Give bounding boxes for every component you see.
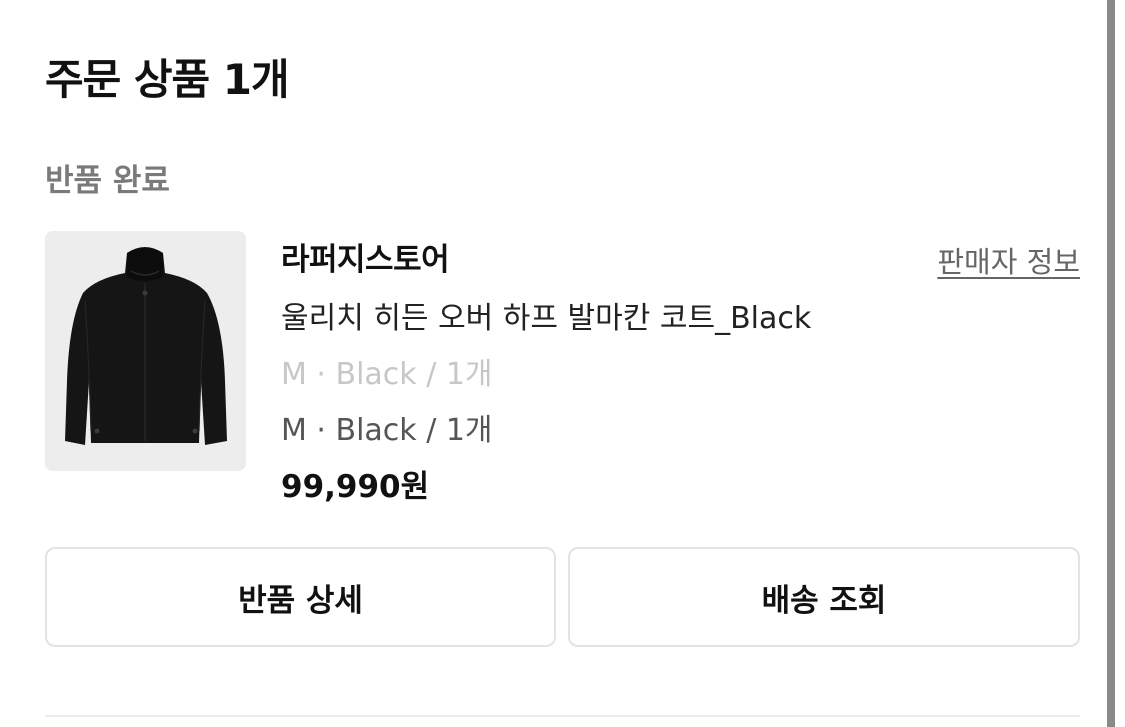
product-thumbnail[interactable]: [45, 231, 246, 471]
original-option-text: M · Black / 1개: [281, 357, 493, 392]
option-text: M · Black / 1개: [281, 413, 493, 448]
track-shipping-button[interactable]: 배송 조회: [568, 547, 1080, 647]
status-label: 반품 완료: [45, 163, 170, 199]
section-divider: [45, 715, 1080, 717]
seller-info-link[interactable]: 판매자 정보: [937, 243, 1080, 281]
black-coat-icon: [45, 231, 246, 471]
section-title: 주문 상품 1개: [45, 55, 290, 104]
product-name[interactable]: 울리치 히든 오버 하프 발마칸 코트_Black: [281, 299, 811, 339]
return-detail-button[interactable]: 반품 상세: [45, 547, 556, 647]
store-name[interactable]: 라퍼지스토어: [281, 240, 450, 280]
price: 99,990원: [281, 469, 430, 505]
order-items-page: 주문 상품 1개 반품 완료 라퍼지스토어 판매자 정보 울리치 히든 오버 하…: [0, 0, 1125, 727]
scrollbar[interactable]: [1107, 0, 1115, 727]
